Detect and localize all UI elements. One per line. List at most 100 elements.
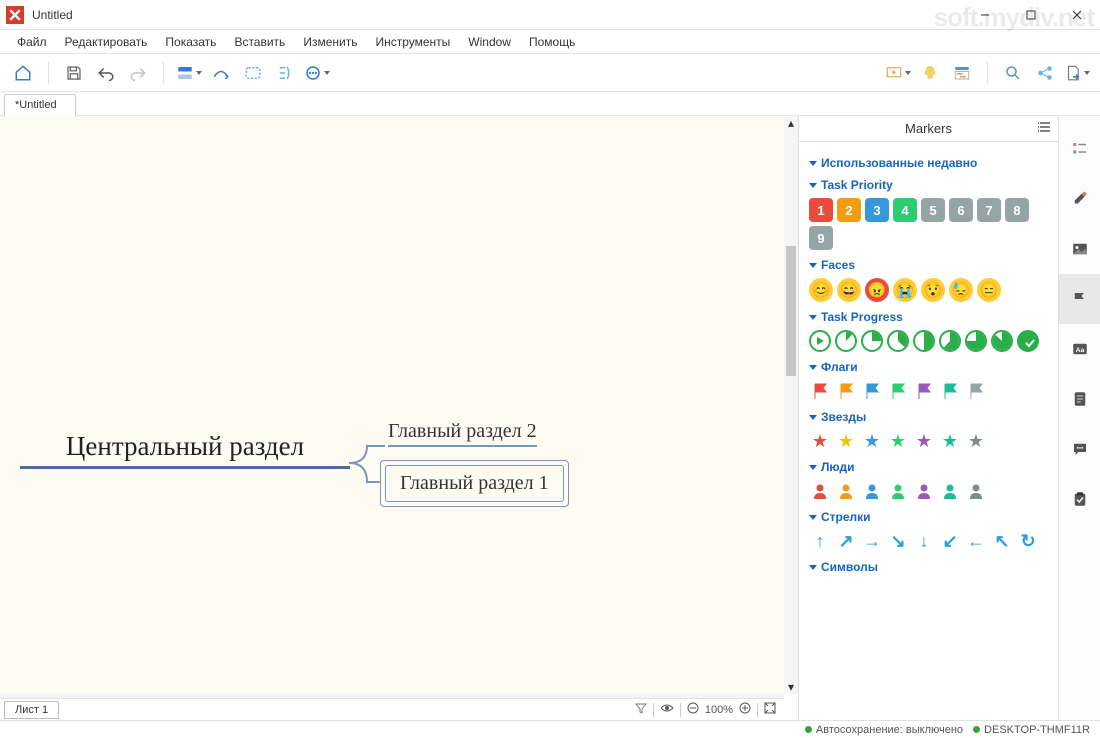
summary-button[interactable] [270,58,300,88]
filter-icon[interactable] [635,702,647,717]
minimize-button[interactable] [962,0,1008,30]
fit-button[interactable] [764,702,776,717]
arrow-marker[interactable]: ↙ [939,530,961,552]
face-surprise-icon[interactable]: 😯 [921,278,945,302]
face-cry-icon[interactable]: 😭 [893,278,917,302]
share-button[interactable] [1030,58,1060,88]
star-marker[interactable]: ★ [965,430,987,452]
more-button[interactable] [302,58,332,88]
document-tab[interactable]: *Untitled [4,94,76,116]
section-progress[interactable]: Task Progress [809,310,1050,324]
redo-button[interactable] [123,58,153,88]
section-faces[interactable]: Faces [809,258,1050,272]
priority-6-marker[interactable]: 6 [949,198,973,222]
section-symbols[interactable]: Символы [809,560,1050,574]
priority-3-marker[interactable]: 3 [865,198,889,222]
central-topic[interactable]: Центральный раздел [20,431,350,469]
progress-50-marker[interactable] [913,330,935,352]
rail-outline-icon[interactable] [1059,124,1100,174]
priority-5-marker[interactable]: 5 [921,198,945,222]
arrow-marker[interactable]: ↖ [991,530,1013,552]
face-grin-icon[interactable]: 😄 [837,278,861,302]
progress-12-marker[interactable] [835,330,857,352]
face-sleepy-icon[interactable]: 😓 [949,278,973,302]
priority-2-marker[interactable]: 2 [837,198,861,222]
menu-insert[interactable]: Вставить [225,32,294,52]
rail-markers-icon[interactable] [1059,274,1100,324]
presentation-button[interactable] [883,58,913,88]
face-smile-icon[interactable]: 😊 [809,278,833,302]
menu-edit[interactable]: Редактировать [56,32,157,52]
arrow-marker[interactable]: → [861,530,883,552]
flag-marker[interactable] [809,380,831,402]
zoom-in-button[interactable] [739,702,751,717]
person-marker[interactable] [861,480,883,502]
zoom-out-button[interactable] [687,702,699,717]
arrow-marker[interactable]: ↗ [835,530,857,552]
star-marker[interactable]: ★ [939,430,961,452]
scroll-thumb[interactable] [786,246,796,376]
progress-75-marker[interactable] [965,330,987,352]
section-priority[interactable]: Task Priority [809,178,1050,192]
scroll-down-icon[interactable]: ▾ [784,680,798,694]
menu-tools[interactable]: Инструменты [366,32,459,52]
sheet-tab[interactable]: Лист 1 [4,701,59,719]
priority-8-marker[interactable]: 8 [1005,198,1029,222]
close-button[interactable] [1054,0,1100,30]
menu-show[interactable]: Показать [156,32,225,52]
section-flags[interactable]: Флаги [809,360,1050,374]
boundary-button[interactable] [238,58,268,88]
menu-modify[interactable]: Изменить [294,32,366,52]
priority-7-marker[interactable]: 7 [977,198,1001,222]
zoom-level[interactable]: 100% [705,704,733,716]
progress-100-marker[interactable] [1017,330,1039,352]
main-topic-2[interactable]: Главный раздел 2 [388,420,537,447]
star-marker[interactable]: ★ [913,430,935,452]
arrow-marker[interactable]: ↑ [809,530,831,552]
flag-marker[interactable] [939,380,961,402]
person-marker[interactable] [809,480,831,502]
relationship-button[interactable] [206,58,236,88]
export-button[interactable] [1062,58,1092,88]
progress-0-marker[interactable] [809,330,831,352]
priority-9-marker[interactable]: 9 [809,226,833,250]
progress-25-marker[interactable] [861,330,883,352]
brainstorm-button[interactable] [915,58,945,88]
star-marker[interactable]: ★ [887,430,909,452]
save-button[interactable] [59,58,89,88]
rail-task-icon[interactable] [1059,474,1100,524]
menu-file[interactable]: Файл [8,32,56,52]
flag-marker[interactable] [965,380,987,402]
section-recent[interactable]: Использованные недавно [809,156,1050,170]
arrow-marker[interactable]: ↘ [887,530,909,552]
progress-87-marker[interactable] [991,330,1013,352]
main-topic-1-selected[interactable]: Главный раздел 1 [380,460,569,507]
section-arrows[interactable]: Стрелки [809,510,1050,524]
panel-menu-icon[interactable] [1038,121,1052,136]
rail-notes-icon[interactable] [1059,374,1100,424]
priority-4-marker[interactable]: 4 [893,198,917,222]
menu-window[interactable]: Window [459,32,520,52]
arrow-marker[interactable]: ← [965,530,987,552]
home-button[interactable] [8,58,38,88]
progress-62-marker[interactable] [939,330,961,352]
scroll-up-icon[interactable]: ▴ [784,116,798,130]
star-marker[interactable]: ★ [835,430,857,452]
menu-help[interactable]: Помощь [520,32,584,52]
star-marker[interactable]: ★ [861,430,883,452]
person-marker[interactable] [913,480,935,502]
person-marker[interactable] [835,480,857,502]
section-stars[interactable]: Звезды [809,410,1050,424]
topic-button[interactable] [174,58,204,88]
star-marker[interactable]: ★ [809,430,831,452]
search-button[interactable] [998,58,1028,88]
priority-1-marker[interactable]: 1 [809,198,833,222]
flag-marker[interactable] [835,380,857,402]
person-marker[interactable] [887,480,909,502]
arrow-marker[interactable]: ↓ [913,530,935,552]
person-marker[interactable] [965,480,987,502]
mindmap-canvas[interactable]: Центральный раздел Главный раздел 2 Глав… [0,116,784,694]
eye-icon[interactable] [660,702,674,717]
gantt-button[interactable] [947,58,977,88]
flag-marker[interactable] [861,380,883,402]
